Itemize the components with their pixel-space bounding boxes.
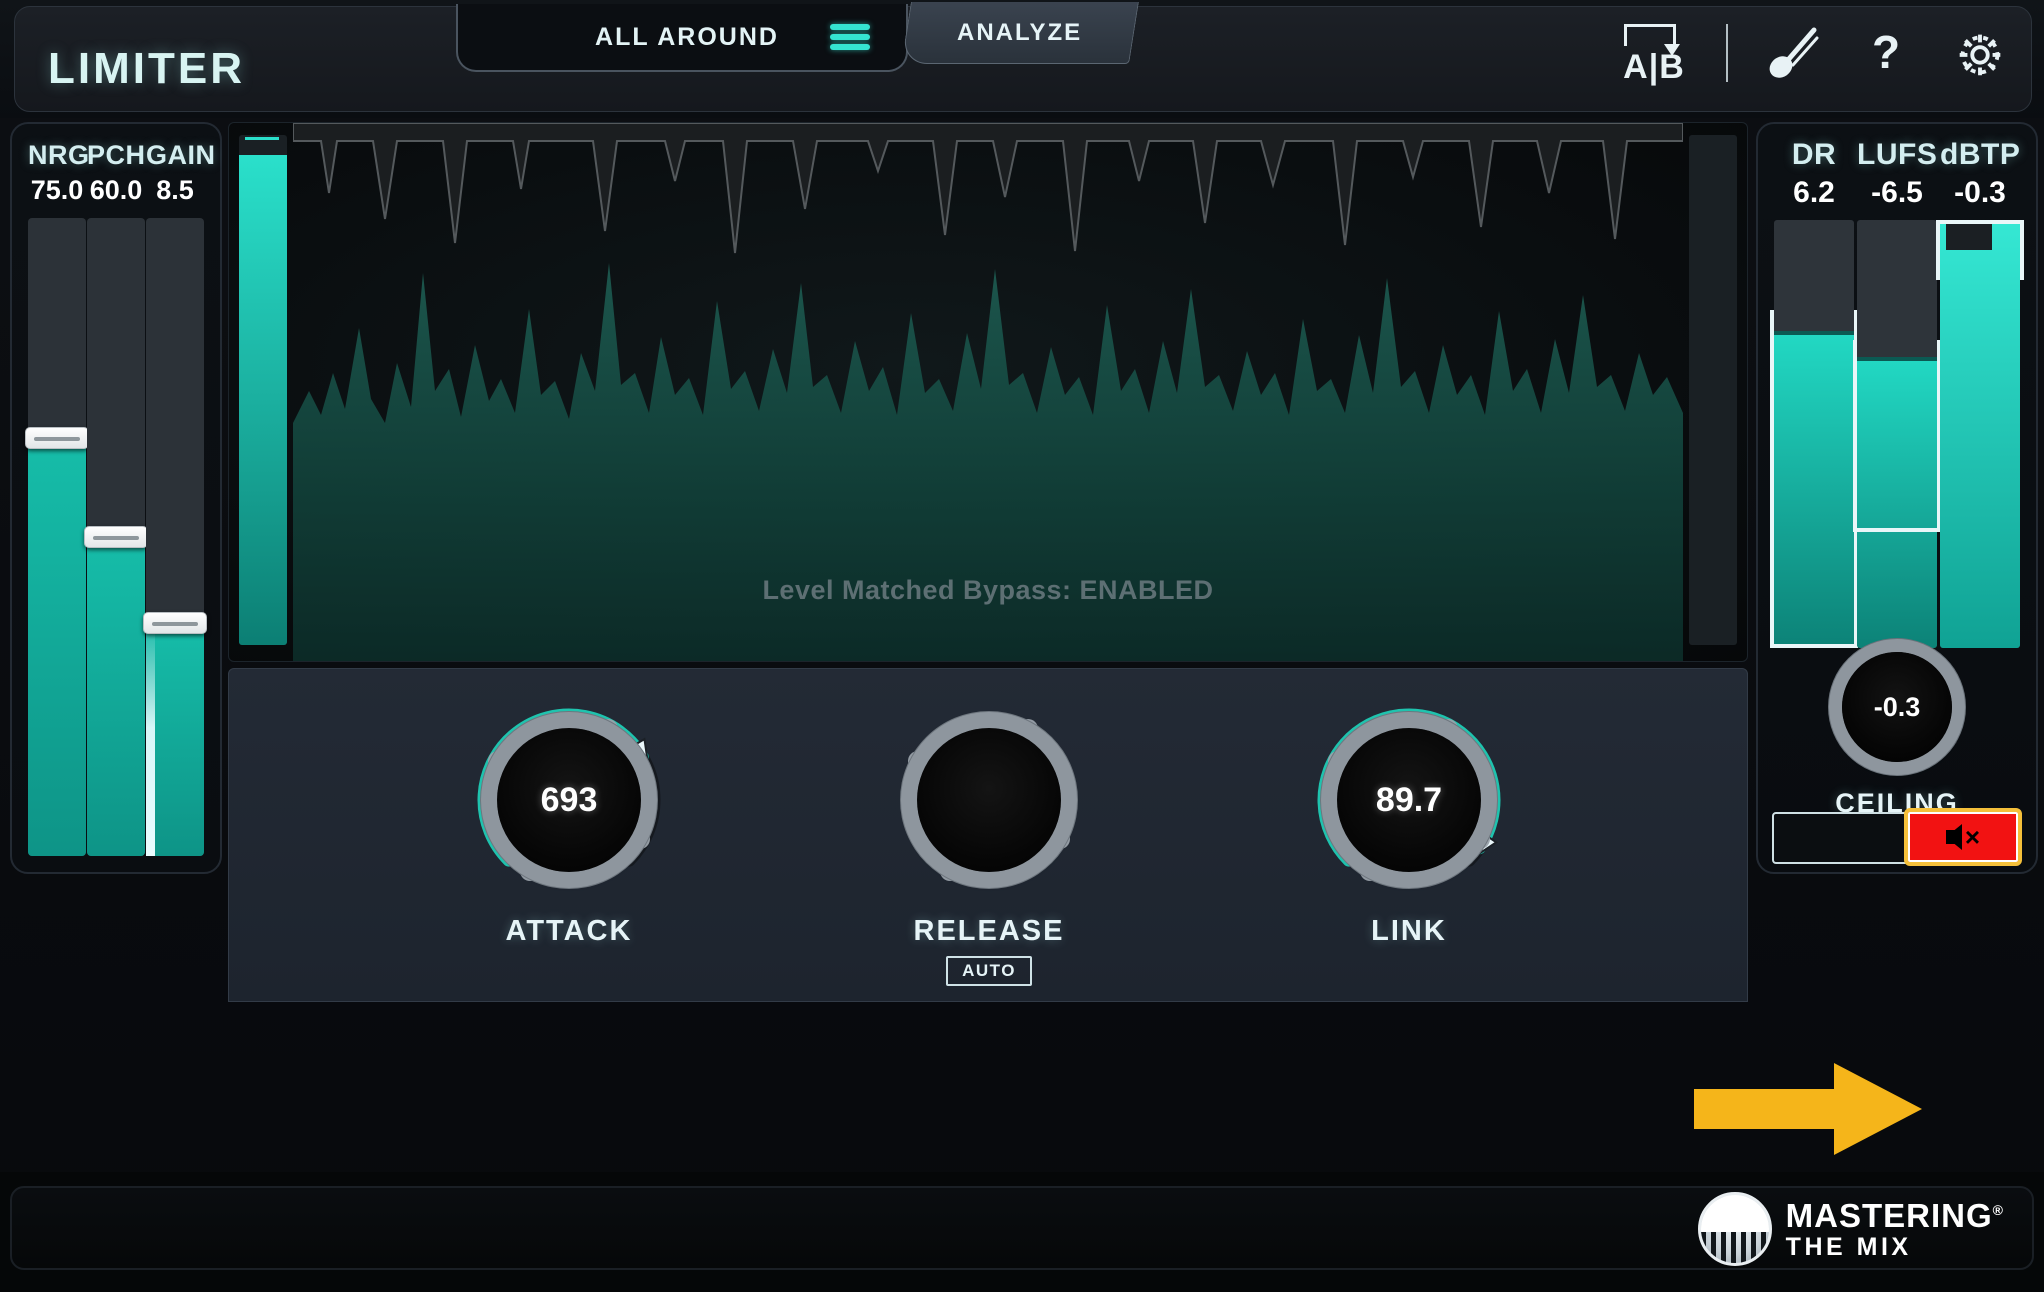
release-label: RELEASE (913, 915, 1065, 947)
attack-value: 693 (540, 780, 598, 819)
left-meter-header-nrg: NRG 75.0 (28, 140, 90, 206)
ceiling-control: -0.3 CEILING (1758, 632, 2036, 819)
gain-fader[interactable] (143, 218, 207, 856)
lufs-label: LUFS (1857, 138, 1938, 171)
preset-name-label: ALL AROUND (595, 22, 779, 51)
output-level-meter (1689, 135, 1737, 645)
bypass-status-text: Level Matched Bypass: ENABLED (762, 575, 1214, 605)
left-fader-row (24, 218, 208, 856)
gain-label: GAIN (146, 140, 216, 170)
release-control: RELEASE AUTO (849, 695, 1129, 986)
brand-registered-mark: ® (1992, 1201, 2004, 1218)
dbtp-meter[interactable] (1936, 220, 2024, 648)
dr-meter[interactable] (1770, 220, 1858, 648)
page-title: LIMITER (48, 44, 245, 93)
attack-knob[interactable]: 693 (497, 728, 641, 872)
right-meter-panel: DR 6.2 LUFS -6.5 dBTP -0.3 -0.3 CEILING … (1756, 122, 2038, 874)
gain-value: 8.5 (156, 175, 194, 205)
right-meter-header-lufs: LUFS -6.5 (1857, 138, 1937, 210)
header-icon-group: A|B ? (1616, 22, 2010, 84)
brand-line1: MASTERING (1785, 1196, 1993, 1234)
knob-panel: 693 ATTACK RELEASE AUTO 89.7 LINK (228, 668, 1748, 1002)
lufs-value: -6.5 (1871, 176, 1923, 209)
footer-bar: MASTERING® THE MIX (0, 1172, 2044, 1292)
left-meter-panel: NRG 75.0 PCH 60.0 GAIN 8.5 (10, 122, 222, 874)
waveform-display[interactable]: Level Matched Bypass: ENABLED (228, 122, 1748, 662)
help-icon[interactable]: ? (1856, 22, 1916, 84)
right-meter-header-dr: DR 6.2 (1774, 138, 1854, 210)
magic-wand-icon[interactable] (1762, 22, 1822, 84)
brand-line2: THE MIX (1785, 1232, 1912, 1261)
ceiling-knob[interactable]: -0.3 (1842, 652, 1952, 762)
bypass-button[interactable] (1772, 812, 1924, 864)
left-meter-header-pch: PCH 60.0 (87, 140, 145, 206)
input-meter-tick (245, 137, 279, 140)
ab-b-label: B (1659, 48, 1685, 86)
release-auto-badge[interactable]: AUTO (946, 956, 1032, 986)
brand-logo: MASTERING® THE MIX (1697, 1192, 2004, 1266)
gear-icon[interactable] (1950, 22, 2010, 84)
preset-tab[interactable]: ALL AROUND (456, 4, 908, 72)
lufs-meter[interactable] (1853, 220, 1941, 648)
link-control: 89.7 LINK (1269, 695, 1549, 948)
mute-button[interactable]: × (1904, 808, 2022, 866)
left-meter-headers: NRG 75.0 PCH 60.0 GAIN 8.5 (24, 140, 216, 206)
dbtp-value: -0.3 (1954, 176, 2006, 209)
ceiling-value: -0.3 (1873, 691, 1921, 722)
pch-fader[interactable] (84, 218, 148, 856)
logo-mark-icon (1697, 1192, 1772, 1266)
tab-analyze[interactable]: ANALYZE (901, 2, 1139, 64)
release-knob[interactable] (917, 728, 1061, 872)
right-meter-header-dbtp: dBTP -0.3 (1940, 138, 2020, 210)
nrg-fader[interactable] (25, 218, 89, 856)
dr-value: 6.2 (1793, 176, 1835, 209)
header-bar: LIMITER ALL AROUND ANALYZE A|B ? (0, 0, 2044, 118)
left-meter-header-gain: GAIN 8.5 (146, 140, 216, 206)
nrg-label: NRG (28, 140, 90, 170)
ab-compare-icon[interactable]: A|B (1616, 22, 1692, 84)
nrg-value: 75.0 (30, 175, 84, 205)
link-value: 89.7 (1375, 780, 1443, 819)
attack-control: 693 ATTACK (429, 695, 709, 948)
speaker-muted-icon: × (1945, 824, 1980, 850)
link-label: LINK (1371, 915, 1447, 947)
attack-label: ATTACK (505, 915, 633, 947)
header-divider (1726, 24, 1728, 82)
hamburger-menu-icon[interactable] (830, 24, 870, 50)
right-meter-headers: DR 6.2 LUFS -6.5 dBTP -0.3 (1772, 138, 2022, 210)
right-meter-row (1770, 220, 2024, 648)
dr-label: DR (1791, 138, 1837, 171)
pch-label: PCH (87, 140, 146, 170)
plugin-window: LIMITER ALL AROUND ANALYZE A|B ? NRG 75.… (0, 0, 2044, 1292)
dbtp-label: dBTP (1940, 138, 2021, 171)
input-level-meter (239, 135, 287, 645)
tab-analyze-label: ANALYZE (957, 18, 1083, 46)
ab-a-label: A (1623, 48, 1649, 86)
center-column: Level Matched Bypass: ENABLED 693 ATTACK… (228, 122, 1748, 1002)
link-knob[interactable]: 89.7 (1337, 728, 1481, 872)
highlight-arrow (1694, 1063, 1922, 1155)
pch-value: 60.0 (89, 175, 143, 205)
